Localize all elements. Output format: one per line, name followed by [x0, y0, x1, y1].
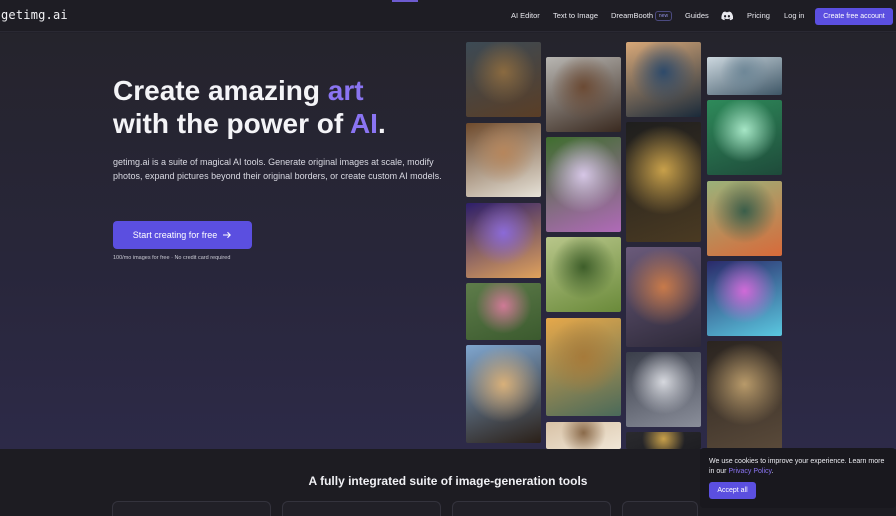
top-accent-line: [392, 0, 418, 2]
headline-accent-ai: AI: [349, 108, 378, 139]
nav-link-dreambooth[interactable]: DreamBooth: [611, 11, 653, 20]
gallery-golden-skull[interactable]: [626, 122, 701, 242]
hero-headline: Create amazing art with the power of AI.: [113, 74, 473, 140]
gallery-stormy-sea[interactable]: [626, 42, 701, 117]
nav-link-pricing[interactable]: Pricing: [747, 11, 770, 20]
site-logo[interactable]: getimg.ai: [1, 8, 68, 22]
gallery-pyramid[interactable]: [546, 318, 621, 416]
feature-card[interactable]: [282, 501, 441, 516]
top-navigation-bar: getimg.ai AI Editor Text to Image DreamB…: [0, 0, 896, 32]
discord-icon[interactable]: [721, 11, 733, 21]
start-creating-button[interactable]: Start creating for free: [113, 221, 252, 249]
gallery-armored-woman[interactable]: [707, 341, 782, 449]
new-badge: new: [655, 11, 672, 21]
gallery-mushroom-forest[interactable]: [626, 247, 701, 347]
cookie-text-end: .: [771, 468, 774, 475]
gallery-green-hair-girl[interactable]: [707, 100, 782, 175]
headline-line2-text: with the power of: [113, 108, 350, 139]
nav-link-login[interactable]: Log in: [784, 11, 804, 20]
nav-link-text-to-image[interactable]: Text to Image: [553, 11, 598, 20]
free-tier-note: 100/mo images for free · No credit card …: [113, 255, 231, 261]
hero-description: getimg.ai is a suite of magical AI tools…: [113, 157, 442, 181]
feature-card[interactable]: [622, 501, 698, 516]
create-account-button[interactable]: Create free account: [815, 8, 893, 25]
accept-cookies-button[interactable]: Accept all: [709, 482, 756, 499]
gallery-koi-pond[interactable]: [707, 181, 782, 256]
start-creating-label: Start creating for free: [132, 230, 218, 240]
gallery-cabin-bedroom[interactable]: [466, 123, 541, 197]
headline-line2-end: .: [377, 108, 386, 139]
feature-card[interactable]: [112, 501, 271, 516]
privacy-policy-link[interactable]: Privacy Policy: [728, 468, 771, 475]
gallery-sea-clouds[interactable]: [707, 57, 782, 95]
gallery-portrait-man[interactable]: [466, 42, 541, 117]
gallery-rose-garden[interactable]: [466, 283, 541, 340]
headline-line1-text: Create amazing: [113, 75, 328, 106]
nav-link-guides[interactable]: Guides: [685, 11, 709, 20]
headline-accent-art: art: [327, 75, 364, 106]
gallery-glowing-sneaker[interactable]: [626, 352, 701, 427]
arrow-right-icon: [223, 231, 232, 239]
feature-card[interactable]: [452, 501, 611, 516]
gallery-flower-goddess[interactable]: [546, 137, 621, 232]
gallery-big-tree[interactable]: [546, 237, 621, 312]
nav-link-ai-editor[interactable]: AI Editor: [511, 11, 540, 20]
gallery-curly-hair-man[interactable]: [546, 57, 621, 132]
gallery-gold-orb[interactable]: [626, 432, 701, 449]
gallery-cosmic-cat[interactable]: [466, 203, 541, 278]
gallery-neon-hamster[interactable]: [707, 261, 782, 336]
gallery-arches[interactable]: [546, 422, 621, 449]
gallery-horse-rider[interactable]: [466, 345, 541, 443]
cookie-message: We use cookies to improve your experienc…: [709, 457, 889, 477]
